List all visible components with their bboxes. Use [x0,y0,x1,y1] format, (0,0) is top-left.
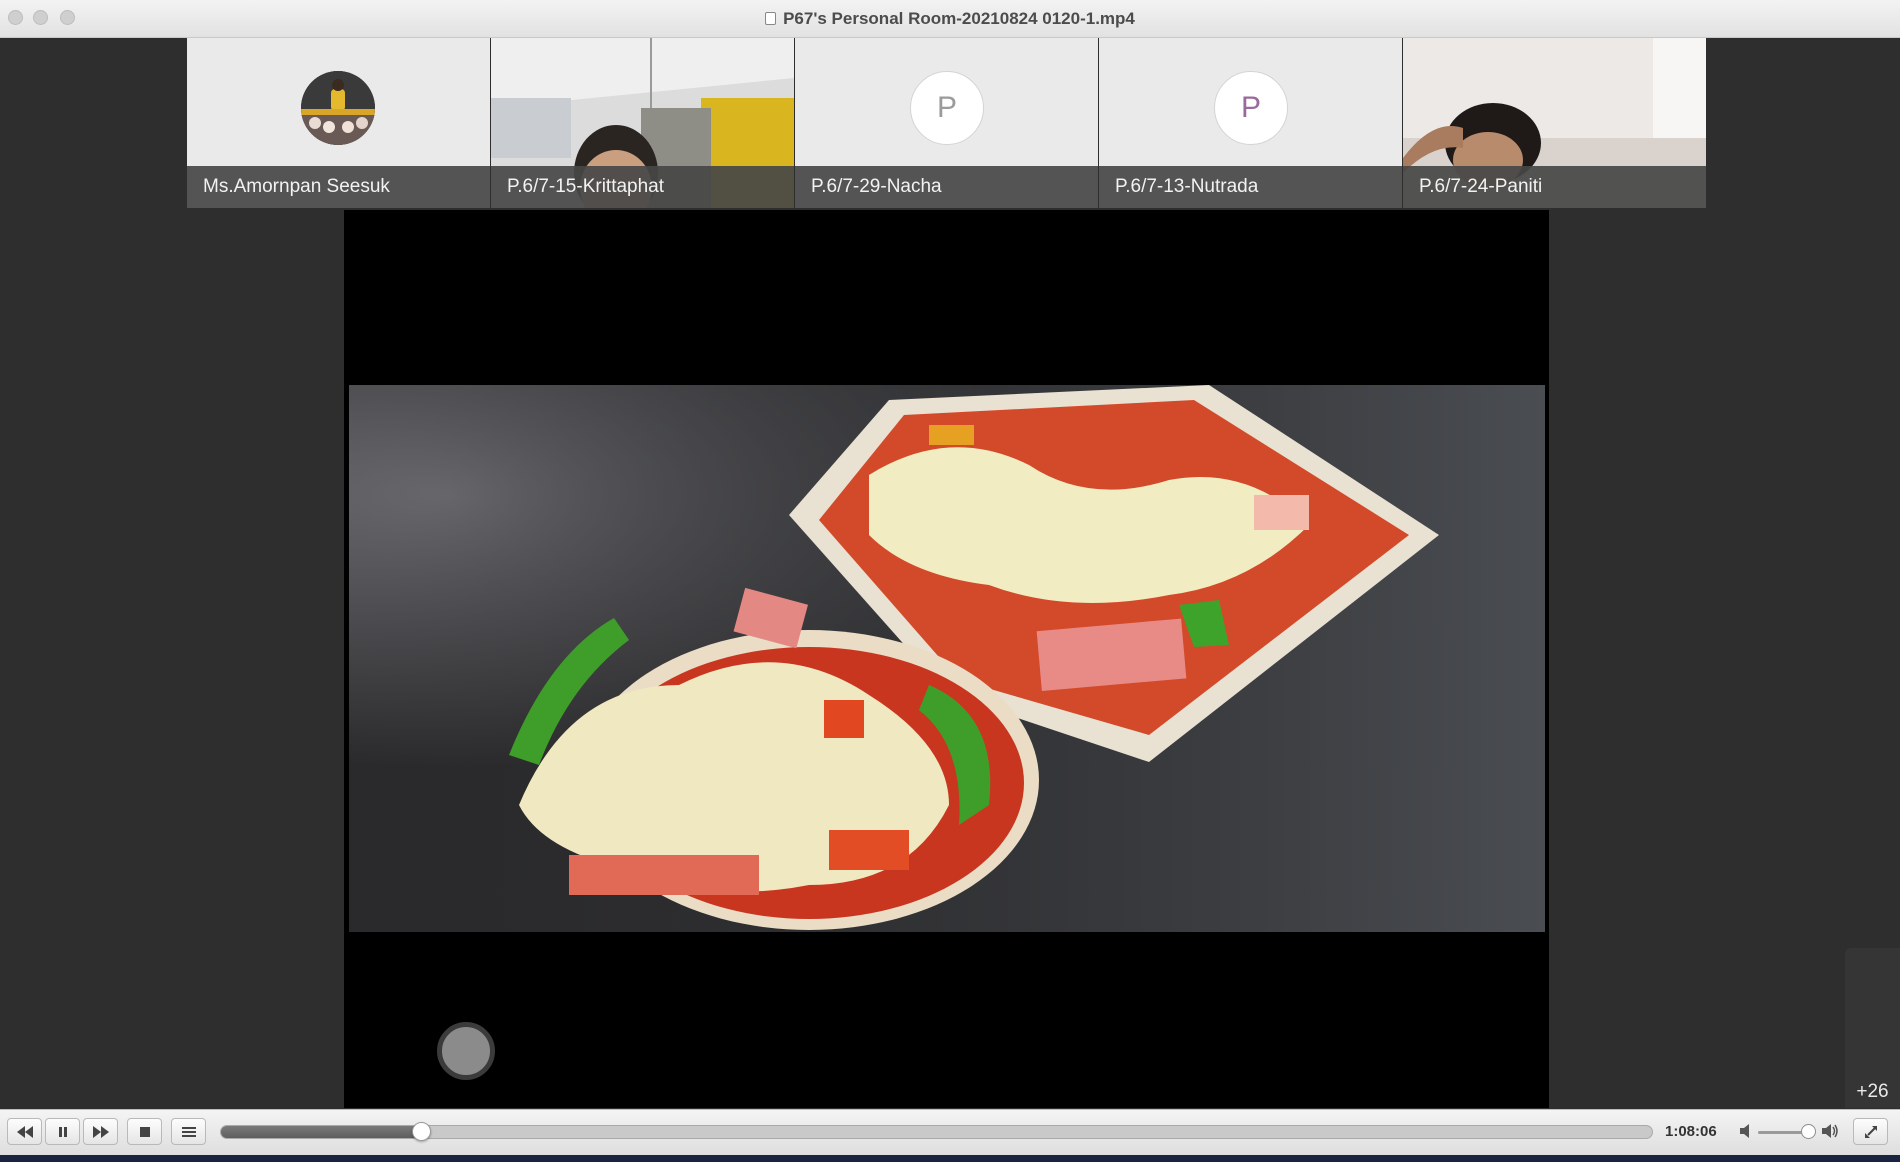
shared-screen-image [349,385,1545,932]
fast-forward-button[interactable] [83,1118,118,1145]
window-titlebar: P67's Personal Room-20210824 0120-1.mp4 [0,0,1900,38]
avatar: P [910,71,984,145]
participant-name: Ms.Amornpan Seesuk [187,166,490,208]
fullscreen-button[interactable] [1853,1118,1888,1145]
stop-icon [139,1126,150,1137]
desktop-background [0,1155,1900,1162]
fullscreen-icon [1864,1125,1877,1138]
playlist-icon [181,1126,196,1137]
seek-progress [221,1126,422,1138]
time-display: 1:08:06 [1665,1123,1717,1140]
participant-tile[interactable]: P P.6/7-29-Nacha [795,38,1098,208]
document-icon [765,12,777,25]
avatar: P [1214,71,1288,145]
pause-button[interactable] [45,1118,80,1145]
stop-button[interactable] [127,1118,162,1145]
shared-screen-stage [344,210,1549,1108]
participant-tile[interactable]: P.6/7-15-Krittaphat [491,38,794,208]
participant-name: P.6/7-15-Krittaphat [491,166,794,208]
fast-forward-icon [92,1125,109,1138]
participant-name: P.6/7-13-Nutrada [1099,166,1402,208]
rewind-icon [16,1125,33,1138]
participant-name: P.6/7-29-Nacha [795,166,1098,208]
participant-name: P.6/7-24-Paniti [1403,166,1706,208]
more-participants-count[interactable]: +26 [1845,1081,1900,1103]
participant-tile[interactable]: Ms.Amornpan Seesuk [187,38,490,208]
participant-strip: Ms.Amornpan Seesuk P.6/7-15-Krittaphat P… [187,38,1708,208]
pause-icon [58,1126,67,1137]
participant-tile[interactable]: P.6/7-24-Paniti [1403,38,1706,208]
avatar [301,71,375,145]
camera-control-button[interactable] [437,1022,495,1080]
rewind-button[interactable] [7,1118,42,1145]
window-title: P67's Personal Room-20210824 0120-1.mp4 [783,8,1135,28]
seek-bar[interactable] [220,1125,1653,1139]
seek-handle[interactable] [411,1122,431,1141]
participant-tile[interactable]: P P.6/7-13-Nutrada [1099,38,1402,208]
playlist-button[interactable] [171,1118,206,1145]
player-controls: 1:08:06 [0,1109,1900,1155]
volume-handle[interactable] [1801,1124,1817,1139]
volume-low-icon[interactable] [1740,1124,1752,1138]
volume-high-icon[interactable] [1822,1124,1839,1138]
